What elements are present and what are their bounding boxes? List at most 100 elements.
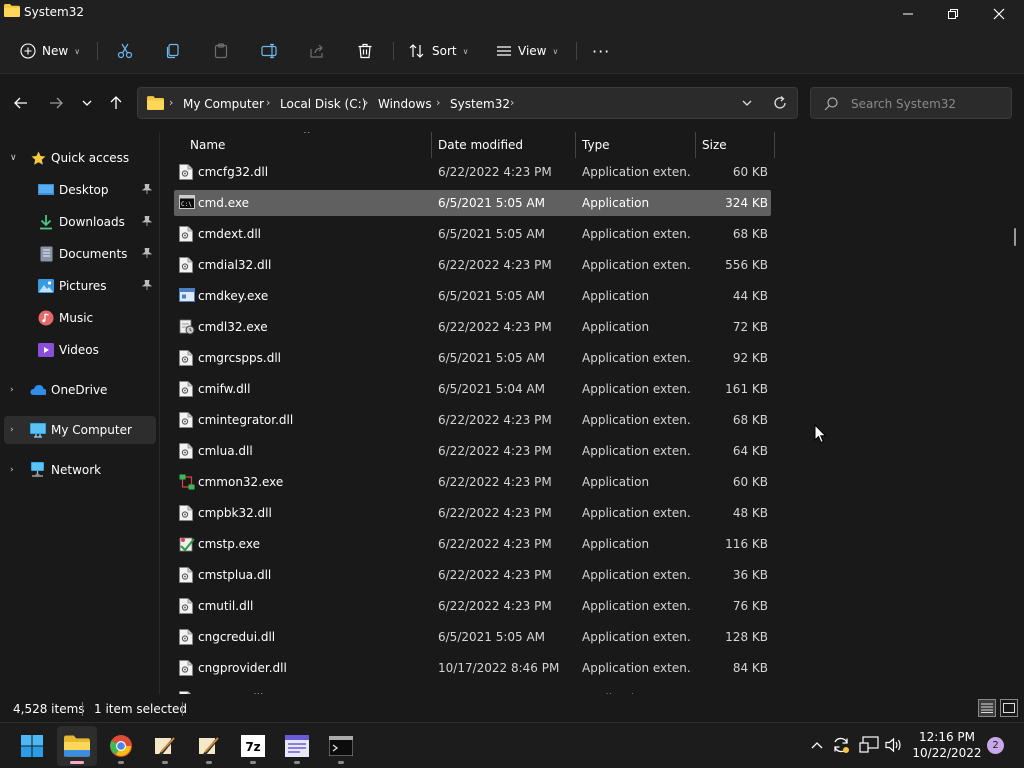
file-row[interactable]: cngscrp.dll6/22/2022 4:23 PMApplication … xyxy=(174,686,771,694)
column-resize-handle[interactable] xyxy=(695,132,696,158)
sidebar-item-downloads[interactable]: Downloads xyxy=(4,208,156,236)
file-row[interactable]: cmdext.dll 6/5/2021 5:05 AM Application ex… xyxy=(174,221,771,247)
details-view-button[interactable] xyxy=(978,699,996,717)
sidebar-item-quick-access[interactable]: ∨ Quick access xyxy=(4,144,156,172)
taskbar-app-quill[interactable] xyxy=(145,726,185,766)
breadcrumb-my-computer[interactable]: My Computer xyxy=(183,97,264,111)
file-row[interactable]: cmstplua.dll 6/22/2022 4:23 PM Application… xyxy=(174,562,771,588)
taskbar-7zip[interactable]: 7z xyxy=(233,726,273,766)
file-size: 36 KB xyxy=(732,568,768,582)
tray-sync[interactable] xyxy=(831,735,851,755)
show-hidden-icons-button[interactable] xyxy=(808,735,826,755)
expand-chevron-icon[interactable]: ∨ xyxy=(10,153,17,163)
sidebar-item-my-computer[interactable]: › My Computer xyxy=(4,416,156,444)
taskbar-terminal[interactable] xyxy=(321,726,361,766)
file-row[interactable]: cmpbk32.dll 6/22/2022 4:23 PM Application … xyxy=(174,500,771,526)
file-type: Application exten... xyxy=(582,382,692,396)
volume-icon xyxy=(885,737,901,753)
sidebar-item-label: My Computer xyxy=(51,423,132,437)
file-row[interactable]: cmifw.dll 6/5/2021 5:04 AM Application ext… xyxy=(174,376,771,402)
sidebar-item-network[interactable]: › Network xyxy=(4,456,156,484)
file-row[interactable]: cmgrcspps.dll 6/5/2021 5:05 AM Application… xyxy=(174,345,771,371)
quill-icon xyxy=(155,737,175,756)
column-header-date-modified[interactable]: Date modified xyxy=(438,132,574,158)
copy-button[interactable] xyxy=(165,36,181,66)
sidebar-item-documents[interactable]: Documents xyxy=(4,240,156,268)
taskbar-app-quill-2[interactable] xyxy=(189,726,229,766)
forward-button[interactable] xyxy=(45,92,67,114)
pin-icon[interactable] xyxy=(141,247,153,261)
cut-button[interactable] xyxy=(117,36,133,66)
large-icons-view-button[interactable] xyxy=(1000,699,1018,717)
file-row[interactable]: C:\ cmd.exe 6/5/2021 5:05 AM Application 324… xyxy=(174,190,771,216)
file-row[interactable]: cmlua.dll 6/22/2022 4:23 PM Application ex… xyxy=(174,438,771,464)
more-options-button[interactable]: ··· xyxy=(592,36,610,66)
paste-button[interactable] xyxy=(213,36,229,66)
expand-chevron-icon[interactable]: › xyxy=(10,425,14,435)
breadcrumb-windows[interactable]: Windows xyxy=(378,97,432,111)
sort-button[interactable]: Sort ∨ xyxy=(408,36,468,66)
file-row[interactable]: cmcfg32.dll 6/22/2022 4:23 PM Application … xyxy=(174,159,771,185)
file-row[interactable]: cmstp.exe 6/22/2022 4:23 PM Application 116… xyxy=(174,531,771,557)
sidebar-item-onedrive[interactable]: › OneDrive xyxy=(4,376,156,404)
sidebar-item-music[interactable]: Music xyxy=(4,304,156,332)
pin-icon[interactable] xyxy=(141,183,153,197)
file-row[interactable]: cmmon32.exe 6/22/2022 4:23 PM Application 6… xyxy=(174,469,771,495)
maximize-button[interactable] xyxy=(930,0,976,28)
column-header-type[interactable]: Type xyxy=(582,132,694,158)
notification-badge[interactable]: 2 xyxy=(987,737,1004,754)
file-row[interactable]: cngprovider.dll 10/17/2022 8:46 PM Applica… xyxy=(174,655,771,681)
share-button[interactable] xyxy=(309,36,325,66)
taskbar-chrome[interactable] xyxy=(101,726,141,766)
rename-button[interactable] xyxy=(261,36,279,66)
back-button[interactable] xyxy=(10,92,32,114)
file-row[interactable]: cmintegrator.dll 6/22/2022 4:23 PM Applica… xyxy=(174,407,771,433)
minimize-button[interactable] xyxy=(885,0,931,28)
breadcrumb-system32[interactable]: System32 xyxy=(450,97,510,111)
taskbar-app-window[interactable] xyxy=(277,726,317,766)
column-header-name[interactable]: Name xyxy=(190,132,430,158)
column-resize-handle[interactable] xyxy=(774,132,775,158)
expand-chevron-icon[interactable]: › xyxy=(10,465,14,475)
file-date-modified: 6/5/2021 5:05 AM xyxy=(438,227,546,241)
file-row[interactable]: cmdl32.exe 6/22/2022 4:23 PM Application 72… xyxy=(174,314,771,340)
column-resize-handle[interactable] xyxy=(575,132,576,158)
address-history-dropdown[interactable] xyxy=(741,97,753,112)
address-bar[interactable]: › My Computer › Local Disk (C:) › Window… xyxy=(137,87,798,119)
file-row[interactable]: cngcredui.dll 6/5/2021 5:05 AM Application… xyxy=(174,624,771,650)
vertical-scrollbar-thumb[interactable] xyxy=(1014,228,1016,246)
refresh-button[interactable] xyxy=(773,95,787,114)
file-size: 128 KB xyxy=(725,630,768,644)
divider xyxy=(576,42,577,60)
delete-button[interactable] xyxy=(357,36,373,66)
sidebar-item-pictures[interactable]: Pictures xyxy=(4,272,156,300)
sidebar-item-desktop[interactable]: Desktop xyxy=(4,176,156,204)
column-header-size[interactable]: Size xyxy=(702,132,772,158)
terminal-icon xyxy=(329,736,353,756)
recent-locations-button[interactable] xyxy=(76,92,98,114)
view-button[interactable]: View ∨ xyxy=(496,36,558,66)
expand-chevron-icon[interactable]: › xyxy=(10,385,14,395)
search-box[interactable] xyxy=(810,87,1012,119)
window-title: System32 xyxy=(24,5,85,19)
file-type: Application xyxy=(582,196,650,210)
dll-file-icon xyxy=(179,567,193,583)
new-button[interactable]: New ∨ xyxy=(20,36,80,66)
pin-icon[interactable] xyxy=(141,279,153,293)
close-button[interactable] xyxy=(976,0,1022,28)
running-indicator xyxy=(206,761,212,764)
up-button[interactable] xyxy=(105,92,127,114)
start-button[interactable] xyxy=(12,726,52,766)
file-row[interactable]: cmutil.dll 6/22/2022 4:23 PM Application e… xyxy=(174,593,771,619)
breadcrumb-local-disk[interactable]: Local Disk (C:) xyxy=(280,97,366,111)
column-resize-handle[interactable] xyxy=(431,132,432,158)
pin-icon[interactable] xyxy=(141,215,153,229)
clock[interactable]: 12:16 PM 10/22/2022 xyxy=(912,729,982,761)
file-row[interactable]: cmdkey.exe 6/5/2021 5:05 AM Application 44 … xyxy=(174,283,771,309)
sidebar-item-videos[interactable]: Videos xyxy=(4,336,156,364)
search-input[interactable] xyxy=(851,94,1001,114)
file-row[interactable]: cmdial32.dll 6/22/2022 4:23 PM Application… xyxy=(174,252,771,278)
tray-network[interactable] xyxy=(858,735,880,755)
tray-volume[interactable] xyxy=(884,735,904,755)
taskbar-file-explorer[interactable] xyxy=(57,726,97,766)
